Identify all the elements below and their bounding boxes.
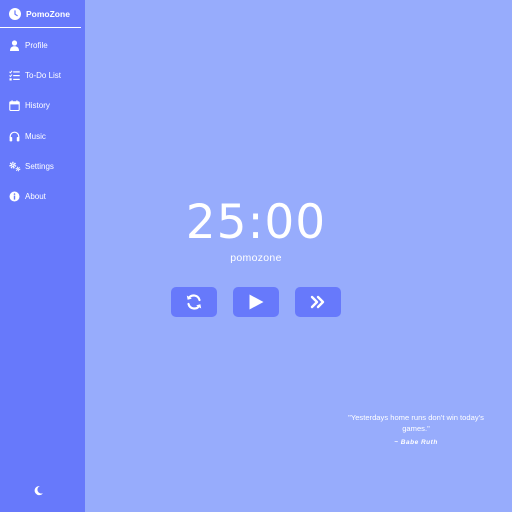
sidebar-item-label: To-Do List — [25, 71, 62, 80]
sidebar-item-profile[interactable]: Profile — [0, 36, 85, 56]
reset-button[interactable] — [171, 287, 217, 317]
sidebar-item-about[interactable]: About — [0, 187, 85, 207]
info-icon — [9, 191, 20, 202]
clock-icon — [9, 8, 21, 20]
quote-author: ~ Babe Ruth — [394, 439, 438, 446]
sidebar-item-todo-list[interactable]: To-Do List — [0, 66, 85, 86]
sidebar-item-history[interactable]: History — [0, 96, 85, 116]
fast-forward-icon — [310, 295, 325, 309]
sidebar-item-label: About — [25, 192, 46, 201]
sidebar-item-label: History — [25, 101, 50, 110]
sidebar-item-label: Settings — [25, 162, 54, 171]
checklist-icon — [9, 70, 20, 81]
quote-text: "Yesterdays home runs don't win today's … — [348, 413, 484, 433]
skip-button[interactable] — [295, 287, 341, 317]
brand[interactable]: PomoZone — [0, 0, 81, 28]
moon-icon[interactable] — [33, 485, 44, 496]
calendar-icon — [9, 100, 20, 111]
start-button[interactable] — [233, 287, 279, 317]
sidebar-item-label: Profile — [25, 41, 48, 50]
app-title: PomoZone — [26, 9, 70, 19]
play-icon — [249, 294, 264, 310]
sidebar-item-settings[interactable]: Settings — [0, 157, 85, 177]
sidebar: PomoZone Profile To-Do List History Musi… — [0, 0, 85, 512]
user-icon — [10, 40, 19, 51]
sidebar-item-label: Music — [25, 132, 46, 141]
timer-display: 25:00 — [185, 195, 327, 250]
timer-label: pomozone — [230, 252, 282, 264]
refresh-icon — [186, 294, 202, 310]
gear-icon — [9, 161, 21, 172]
sidebar-item-music[interactable]: Music — [0, 127, 85, 147]
headphones-icon — [9, 131, 20, 142]
